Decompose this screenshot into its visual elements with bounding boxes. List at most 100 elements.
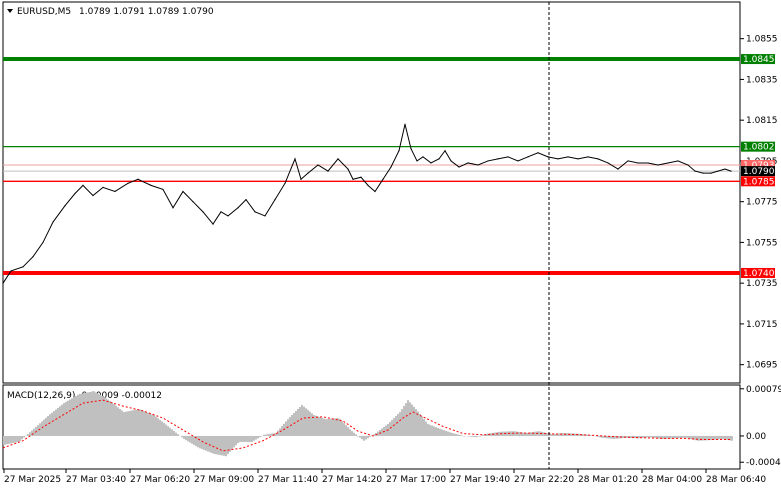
- macd-histogram-bar: [65, 401, 67, 436]
- macd-histogram-bar: [645, 435, 647, 438]
- macd-histogram-bar: [385, 425, 387, 436]
- price-point: [102, 186, 104, 189]
- macd-histogram-bar: [111, 402, 113, 436]
- price-point: [450, 160, 452, 162]
- macd-histogram-bar: [101, 395, 103, 436]
- price-point: [507, 156, 509, 158]
- x-tick-label: 27 Mar 03:40: [66, 475, 126, 485]
- price-point: [404, 123, 406, 125]
- macd-histogram-bar: [51, 412, 53, 436]
- price-point: [352, 178, 354, 180]
- macd-histogram-bar: [143, 411, 145, 436]
- macd-histogram-bar: [449, 432, 451, 436]
- macd-histogram-bar: [697, 435, 699, 441]
- price-point: [254, 211, 256, 213]
- macd-histogram-bar: [297, 408, 299, 436]
- macd-histogram-bar: [393, 418, 395, 436]
- macd-histogram-bar: [475, 435, 477, 438]
- price-point: [587, 156, 589, 158]
- macd-histogram-bar: [73, 397, 75, 436]
- macd-histogram-bar: [87, 392, 89, 436]
- macd-histogram-bar: [355, 434, 357, 436]
- price-point: [607, 162, 609, 164]
- price-point: [264, 215, 266, 217]
- macd-histogram-bar: [687, 435, 689, 439]
- macd-histogram-bar: [91, 391, 93, 436]
- macd-histogram-bar: [421, 416, 423, 436]
- macd-histogram-bar: [243, 435, 245, 442]
- y-axis-macd: 0.00079 0.00 -0.00044: [740, 385, 781, 468]
- macd-histogram-bar: [157, 418, 159, 436]
- macd-histogram-bar: [255, 435, 257, 440]
- macd-histogram-bar: [83, 393, 85, 436]
- macd-histogram-bar: [453, 433, 455, 436]
- macd-histogram-bar: [447, 431, 449, 436]
- price-point: [317, 164, 319, 166]
- price-point: [202, 211, 204, 213]
- y-tick-label: 1.0735: [746, 279, 778, 289]
- macd-histogram-bar: [425, 421, 427, 436]
- macd-histogram-bar: [55, 409, 57, 436]
- macd-histogram-bar: [679, 435, 681, 439]
- macd-histogram-bar: [405, 403, 407, 436]
- macd-histogram-bar: [429, 424, 431, 436]
- chart-canvas[interactable]: EURUSD,M5 1.0789 1.0791 1.0789 1.0790 MA…: [0, 0, 781, 489]
- macd-histogram-bar: [251, 435, 253, 442]
- macd-histogram-bar: [49, 414, 51, 436]
- macd-histogram-bar: [439, 428, 441, 436]
- price-point: [52, 221, 54, 223]
- price-point: [410, 148, 412, 150]
- symbol-label: EURUSD,M5: [17, 7, 71, 17]
- macd-histogram-bar: [249, 435, 251, 442]
- macd-histogram-bar: [199, 435, 201, 449]
- macd-histogram-bar: [683, 435, 685, 438]
- macd-histogram-bar: [219, 435, 221, 456]
- macd-y-tick-label: -0.00044: [746, 458, 781, 468]
- macd-histogram-bar: [515, 431, 517, 436]
- y-tick-label: 1.0775: [746, 198, 778, 208]
- macd-histogram-bar: [399, 412, 401, 436]
- macd-histogram-bar: [63, 403, 65, 436]
- macd-histogram-bar: [345, 425, 347, 436]
- price-point: [467, 162, 469, 164]
- macd-histogram-bar: [517, 431, 519, 436]
- macd-histogram-bar: [153, 415, 155, 436]
- macd-histogram-bar: [271, 433, 273, 436]
- macd-histogram-bar: [77, 394, 79, 436]
- price-point: [172, 207, 174, 209]
- price-point: [458, 166, 460, 168]
- ohlc-values: 1.0789 1.0791 1.0789 1.0790: [79, 7, 214, 17]
- macd-histogram-bar: [721, 435, 723, 439]
- current-price-label: 1.0790: [743, 167, 775, 177]
- macd-histogram-bar: [329, 418, 331, 436]
- macd-histogram-bar: [351, 431, 353, 436]
- price-point: [637, 162, 639, 164]
- macd-histogram-bar: [131, 410, 133, 436]
- macd-histogram-bar: [723, 435, 725, 440]
- macd-histogram-bar: [415, 409, 417, 436]
- price-point: [212, 223, 214, 225]
- y-tick-label: 1.0835: [746, 75, 778, 85]
- price-point: [382, 178, 384, 180]
- price-point: [360, 176, 362, 178]
- level-label: 1.0845: [743, 55, 775, 65]
- macd-histogram-bar: [419, 414, 421, 436]
- macd-histogram-bar: [109, 400, 111, 436]
- price-point: [537, 152, 539, 154]
- x-tick-label: 27 Mar 19:40: [450, 475, 510, 485]
- macd-histogram-bar: [19, 435, 21, 442]
- macd-histogram-bar: [15, 435, 17, 443]
- macd-histogram-bar: [47, 415, 49, 436]
- macd-histogram-bar: [341, 421, 343, 436]
- macd-histogram-bar: [145, 411, 147, 436]
- macd-histogram-bar: [263, 434, 265, 436]
- macd-histogram-bar: [435, 427, 437, 436]
- macd-histogram-bar: [401, 409, 403, 436]
- macd-histogram-bar: [27, 434, 29, 436]
- macd-histogram-bar: [171, 429, 173, 436]
- macd-histogram-bar: [259, 435, 261, 438]
- macd-histogram-bar: [681, 435, 683, 438]
- macd-histogram-bar: [339, 419, 341, 436]
- macd-histogram-bar: [279, 428, 281, 436]
- macd-histogram-bar: [307, 409, 309, 436]
